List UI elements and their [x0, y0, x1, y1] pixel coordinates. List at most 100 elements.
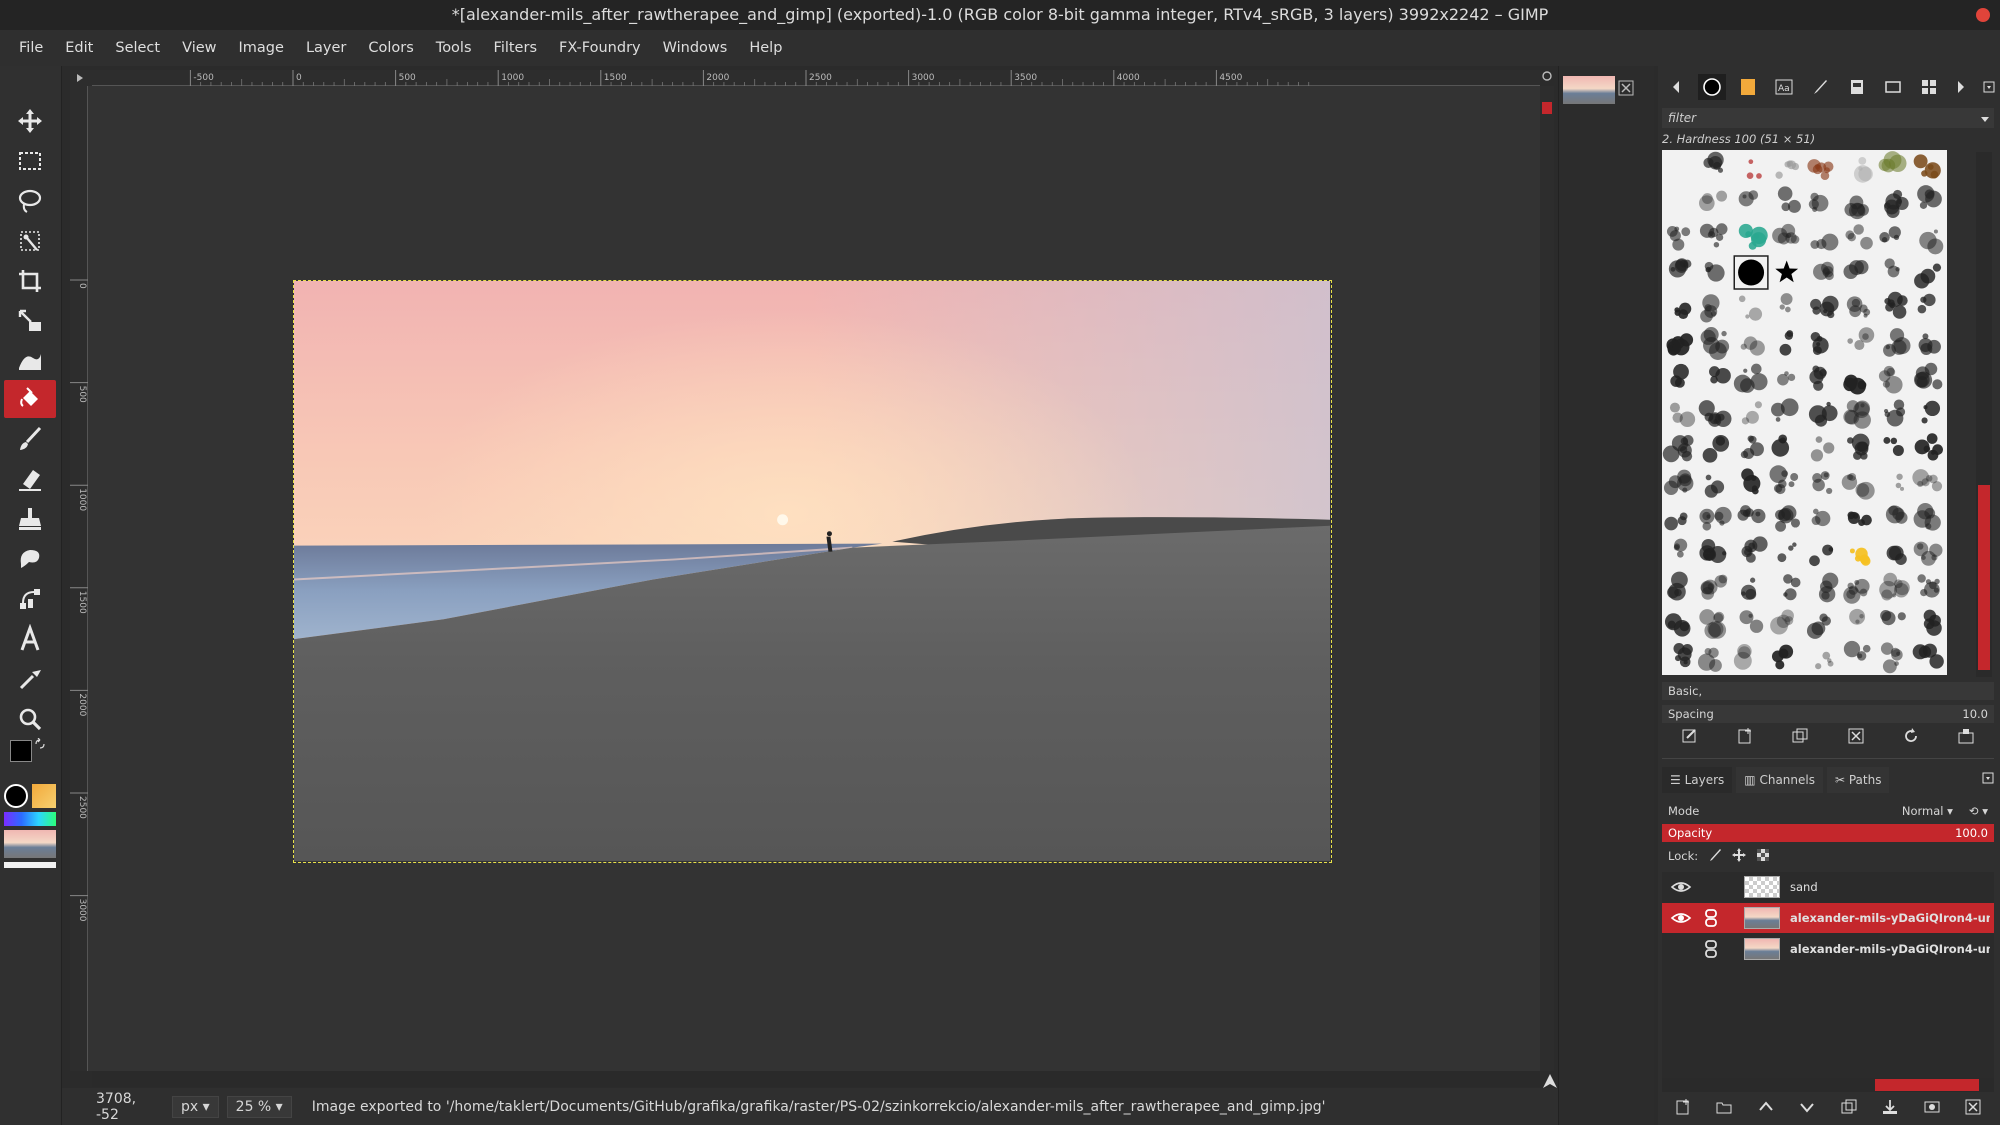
brush-tip[interactable]	[1673, 643, 1693, 668]
lock-position-icon[interactable]	[1732, 847, 1747, 865]
brush-tip[interactable]	[1699, 609, 1727, 639]
lasso-tool-icon[interactable]	[4, 182, 56, 220]
brush-tag-field[interactable]: Basic,	[1662, 682, 1994, 700]
brush-tip[interactable]	[1709, 366, 1731, 384]
brush-tip[interactable]	[1913, 503, 1941, 531]
brush-tip[interactable]	[1662, 434, 1694, 463]
brush-tip[interactable]	[1740, 435, 1764, 459]
menu-fx-foundry[interactable]: FX-Foundry	[548, 30, 652, 66]
brush-tip[interactable]	[1810, 436, 1835, 462]
brush-tip[interactable]	[1885, 505, 1908, 524]
brush-tip[interactable]	[1914, 263, 1942, 289]
brush-tip[interactable]	[1918, 333, 1941, 356]
brush-tip[interactable]	[1697, 647, 1722, 672]
layer-mode-reset-icon[interactable]: ⟲ ▾	[1969, 804, 1988, 818]
brush-tip[interactable]	[1807, 159, 1834, 180]
brush-tip[interactable]	[1843, 260, 1869, 279]
brush-tip[interactable]	[1815, 651, 1834, 670]
brush-tip[interactable]	[1810, 233, 1839, 251]
layer-name[interactable]: alexander-mils-yDaGiQIron4-unsplash	[1790, 942, 1990, 956]
brush-tip[interactable]	[1806, 613, 1831, 639]
brush-tip[interactable]	[1913, 362, 1943, 390]
brush-tip[interactable]	[1700, 294, 1720, 323]
duplicate-layer-icon[interactable]	[1840, 1098, 1858, 1120]
brush-tip[interactable]	[1777, 186, 1801, 213]
brush-tip[interactable]	[1853, 156, 1873, 183]
brush-tip[interactable]	[1847, 327, 1875, 351]
brush-tip[interactable]	[1737, 505, 1766, 524]
active-brush-preview[interactable]	[4, 784, 28, 808]
brush-tip[interactable]	[1919, 229, 1944, 255]
brush-tip[interactable]	[1738, 295, 1763, 321]
tab-layers[interactable]: ☰ Layers	[1662, 767, 1733, 793]
brush-tip[interactable]	[1912, 643, 1944, 669]
brush-tip[interactable]	[1779, 330, 1794, 356]
brush-tip[interactable]	[1809, 544, 1834, 567]
brush-tip[interactable]	[1670, 363, 1689, 388]
brush-tip[interactable]	[1879, 226, 1901, 243]
brush-tip[interactable]	[1917, 185, 1942, 209]
paintbrush-tool-icon[interactable]	[4, 420, 56, 458]
lock-pixels-icon[interactable]	[1708, 848, 1722, 865]
layer-list-scroll-thumb[interactable]	[1875, 1079, 1979, 1091]
brush-tip[interactable]	[1917, 293, 1936, 314]
brush-tip[interactable]	[1808, 192, 1829, 212]
brush-tip[interactable]	[1746, 159, 1762, 180]
layer-row[interactable]: alexander-mils-yDaGiQIron4-unsplash	[1662, 934, 1994, 964]
layer-name[interactable]: alexander-mils-yDaGiQIron4-unsplash_c	[1790, 911, 1990, 925]
zoom-to-fit-icon[interactable]	[1541, 70, 1553, 84]
layers-dock-menu-icon[interactable]	[1982, 772, 1994, 784]
brush-tip[interactable]	[1777, 542, 1797, 563]
brush-tip[interactable]	[1878, 151, 1907, 173]
brush-tip[interactable]	[1880, 609, 1906, 626]
image-tab-thumbnail[interactable]	[1563, 76, 1615, 104]
duplicate-brush-icon[interactable]	[1791, 727, 1809, 749]
brush-tip[interactable]	[1811, 508, 1831, 527]
brush-tip[interactable]	[1769, 465, 1799, 495]
bucket-fill-tool-icon[interactable]	[4, 380, 56, 418]
menu-help[interactable]: Help	[738, 30, 793, 66]
merge-layer-icon[interactable]	[1881, 1098, 1899, 1120]
menu-tools[interactable]: Tools	[425, 30, 483, 66]
brush-tip[interactable]	[1808, 401, 1838, 427]
brush-tip[interactable]	[1703, 151, 1724, 173]
brush-tip[interactable]	[1733, 643, 1752, 670]
fonts-tab-icon[interactable]: Aa	[1770, 74, 1798, 100]
brush-tip[interactable]	[1895, 473, 1905, 491]
brush-tip[interactable]	[1733, 255, 1769, 290]
menu-layer[interactable]: Layer	[295, 30, 357, 66]
images-tab-icon[interactable]	[1879, 74, 1907, 100]
brush-tip[interactable]	[1783, 574, 1801, 601]
brush-tip[interactable]	[1812, 471, 1833, 495]
filter-dropdown-icon[interactable]	[1980, 112, 1990, 122]
brush-tip[interactable]	[1775, 260, 1799, 283]
layer-chain-link-icon[interactable]	[1704, 908, 1718, 928]
layer-mode-select[interactable]: Normal ▾	[1902, 804, 1953, 818]
brush-tip[interactable]	[1702, 435, 1730, 463]
brush-tip[interactable]	[1668, 258, 1692, 278]
layer-chain-link-icon[interactable]	[1704, 939, 1718, 959]
brush-tip[interactable]	[1741, 468, 1761, 495]
brush-tip[interactable]	[1779, 293, 1793, 313]
crop-tool-icon[interactable]	[4, 262, 56, 300]
brush-tip[interactable]	[1741, 401, 1762, 425]
new-brush-icon[interactable]	[1736, 727, 1754, 749]
layer-name[interactable]: sand	[1790, 880, 1990, 894]
move-tool-icon[interactable]	[4, 102, 56, 140]
menu-colors[interactable]: Colors	[357, 30, 424, 66]
brush-tip[interactable]	[1704, 474, 1725, 498]
brush-tip[interactable]	[1669, 402, 1696, 427]
window-close-button[interactable]	[1976, 8, 1990, 22]
lock-alpha-icon[interactable]	[1756, 848, 1770, 865]
brush-tip[interactable]	[1772, 223, 1800, 245]
canvas-horizontal-scrollbar[interactable]	[92, 1071, 1540, 1087]
brush-tip[interactable]	[1818, 572, 1839, 603]
tab-paths[interactable]: ✂ Paths	[1826, 767, 1890, 793]
brush-tip[interactable]	[1841, 472, 1875, 500]
brush-tip[interactable]	[1847, 433, 1870, 460]
brush-tip[interactable]	[1884, 399, 1906, 427]
menu-file[interactable]: File	[8, 30, 54, 66]
brush-tip[interactable]	[1878, 365, 1903, 394]
menu-select[interactable]: Select	[104, 30, 171, 66]
menu-view[interactable]: View	[171, 30, 227, 66]
